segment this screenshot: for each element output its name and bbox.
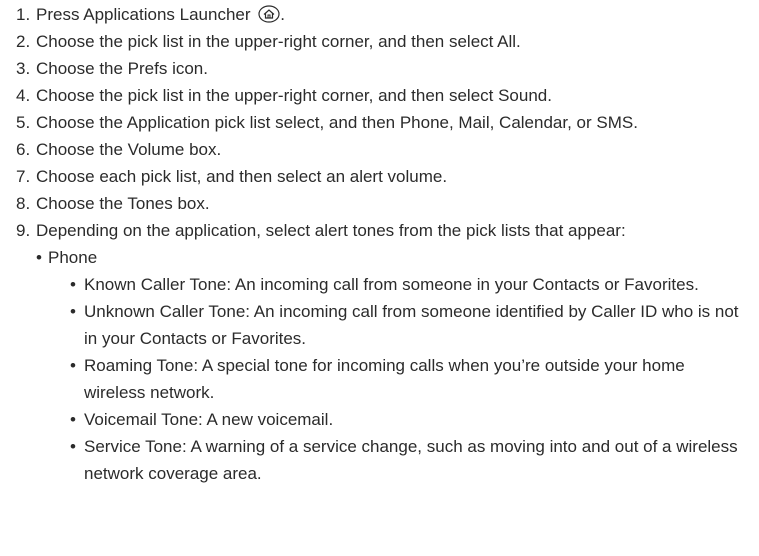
bullet: • xyxy=(70,275,76,294)
bullet: • xyxy=(70,437,76,456)
tone-term: Unknown Caller Tone: xyxy=(84,302,250,321)
step-number: 9. xyxy=(16,221,31,240)
step-number: 4. xyxy=(16,86,31,105)
step-number: 3. xyxy=(16,59,31,78)
step-text: Choose the Tones box. xyxy=(36,194,210,213)
step-number: 2. xyxy=(16,32,31,51)
bullet: • xyxy=(70,410,76,429)
tone-term: Roaming Tone: xyxy=(84,356,199,375)
application-list: • Phone • Known Caller Tone: An incoming… xyxy=(16,244,759,487)
step-number: 8. xyxy=(16,194,31,213)
step-text: Press Applications Launcher xyxy=(36,5,251,24)
step-item: 7. Choose each pick list, and then select… xyxy=(0,163,759,190)
tone-item: • Service Tone: A warning of a service c… xyxy=(64,433,759,487)
tone-item: • Known Caller Tone: An incoming call fr… xyxy=(64,271,759,298)
step-item: 2. Choose the pick list in the upper-righ… xyxy=(0,28,759,55)
step-text: Choose the Application pick list select,… xyxy=(36,113,638,132)
step-number: 5. xyxy=(16,113,31,132)
step-text: Choose the pick list in the upper-right … xyxy=(36,32,521,51)
tone-term: Voicemail Tone: xyxy=(84,410,203,429)
application-label: Phone xyxy=(48,248,98,267)
home-icon xyxy=(258,4,280,23)
step-text: Choose each pick list, and then select a… xyxy=(36,167,448,186)
step-text: Depending on the application, select ale… xyxy=(36,221,626,240)
tone-item: • Voicemail Tone: A new voicemail. xyxy=(64,406,759,433)
tone-term: Known Caller Tone: xyxy=(84,275,232,294)
step-suffix: . xyxy=(280,5,285,24)
step-item: 8. Choose the Tones box. xyxy=(0,190,759,217)
tone-description: A new voicemail. xyxy=(202,410,334,429)
application-item-phone: • Phone • Known Caller Tone: An incoming… xyxy=(36,244,759,487)
step-number: 6. xyxy=(16,140,31,159)
step-item: 9. Depending on the application, select a… xyxy=(0,217,759,487)
tone-item: • Unknown Caller Tone: An incoming call … xyxy=(64,298,759,352)
instruction-steps: 1. Press Applications Launcher . 2. Choose… xyxy=(0,1,759,487)
tone-item: • Roaming Tone: A special tone for incom… xyxy=(64,352,759,406)
step-item: 1. Press Applications Launcher . xyxy=(0,1,759,28)
tone-term: Service Tone: xyxy=(84,437,187,456)
step-item: 3. Choose the Prefs icon. xyxy=(0,55,759,82)
step-item: 5. Choose the Application pick list selec… xyxy=(0,109,759,136)
step-number: 7. xyxy=(16,167,31,186)
bullet: • xyxy=(36,248,42,267)
tone-description: An incoming call from someone in your Co… xyxy=(231,275,699,294)
step-text: Choose the pick list in the upper-right … xyxy=(36,86,552,105)
step-number: 1. xyxy=(16,5,31,24)
step-text: Choose the Prefs icon. xyxy=(36,59,208,78)
bullet: • xyxy=(70,302,76,321)
bullet: • xyxy=(70,356,76,375)
step-item: 4. Choose the pick list in the upper-righ… xyxy=(0,82,759,109)
step-text: Choose the Volume box. xyxy=(36,140,222,159)
tone-list: • Known Caller Tone: An incoming call fr… xyxy=(48,271,759,487)
document-page: 1. Press Applications Launcher . 2. Choose… xyxy=(0,0,759,556)
step-item: 6. Choose the Volume box. xyxy=(0,136,759,163)
